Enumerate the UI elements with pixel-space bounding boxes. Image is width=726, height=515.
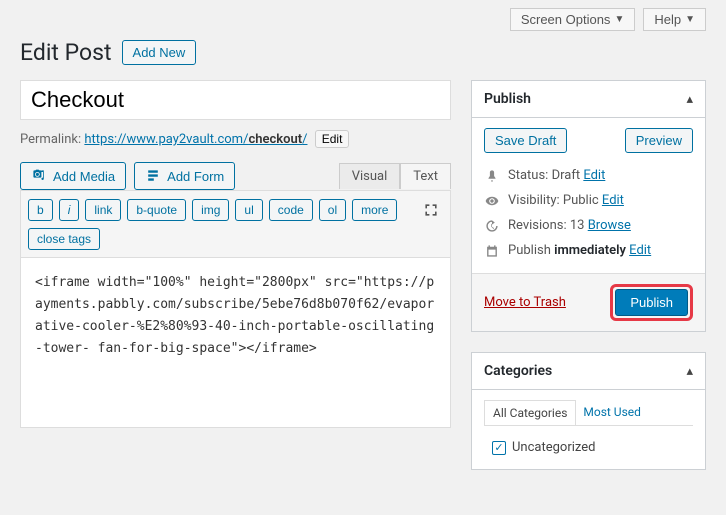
publish-button[interactable]: Publish xyxy=(615,289,688,316)
toolbar-i[interactable]: i xyxy=(59,199,80,221)
edit-visibility-link[interactable]: Edit xyxy=(602,193,624,208)
fullscreen-icon[interactable] xyxy=(419,198,443,222)
categories-heading[interactable]: Categories ▴ xyxy=(472,353,705,390)
post-title-input[interactable] xyxy=(20,80,451,120)
content-editor[interactable]: <iframe width="100%" height="2800px" src… xyxy=(20,258,451,428)
add-new-button[interactable]: Add New xyxy=(122,40,197,65)
edit-permalink-button[interactable]: Edit xyxy=(315,130,350,148)
help-button[interactable]: Help ▼ xyxy=(643,8,706,31)
pin-icon xyxy=(484,169,500,183)
toolbar-link[interactable]: link xyxy=(85,199,121,221)
revisions-icon xyxy=(484,219,500,233)
tab-text[interactable]: Text xyxy=(400,163,451,189)
add-media-button[interactable]: Add Media xyxy=(20,162,126,190)
publish-box: Publish ▴ Save Draft Preview Status: Dra… xyxy=(471,80,706,332)
toolbar-code[interactable]: code xyxy=(269,199,313,221)
chevron-up-icon: ▴ xyxy=(686,92,693,107)
add-form-button[interactable]: Add Form xyxy=(134,162,235,190)
toolbar-close-tags[interactable]: close tags xyxy=(28,228,100,250)
tab-most-used[interactable]: Most Used xyxy=(575,400,649,425)
permalink: Permalink: https://www.pay2vault.com/che… xyxy=(20,130,451,148)
page-title: Edit Post xyxy=(20,39,112,66)
toolbar-ul[interactable]: ul xyxy=(235,199,262,221)
browse-revisions-link[interactable]: Browse xyxy=(588,218,631,233)
tab-visual[interactable]: Visual xyxy=(339,163,401,189)
screen-options-button[interactable]: Screen Options ▼ xyxy=(510,8,636,31)
eye-icon xyxy=(484,194,500,208)
publish-highlight: Publish xyxy=(610,284,693,321)
chevron-down-icon: ▼ xyxy=(614,14,624,25)
preview-button[interactable]: Preview xyxy=(625,128,693,153)
publish-heading[interactable]: Publish ▴ xyxy=(472,81,705,118)
categories-box: Categories ▴ All Categories Most Used ✓ … xyxy=(471,352,706,470)
checkbox-checked-icon[interactable]: ✓ xyxy=(492,441,506,455)
toolbar-ol[interactable]: ol xyxy=(319,199,346,221)
chevron-up-icon: ▴ xyxy=(686,364,693,379)
toolbar-img[interactable]: img xyxy=(192,199,229,221)
tab-all-categories[interactable]: All Categories xyxy=(484,400,576,425)
editor-toolbar: b i link b-quote img ul code ol more clo… xyxy=(20,190,451,258)
toolbar-more[interactable]: more xyxy=(352,199,397,221)
form-icon xyxy=(145,168,161,184)
chevron-down-icon: ▼ xyxy=(685,14,695,25)
category-item[interactable]: ✓ Uncategorized xyxy=(484,436,693,459)
toolbar-b[interactable]: b xyxy=(28,199,53,221)
permalink-link[interactable]: https://www.pay2vault.com/checkout/ xyxy=(84,132,307,147)
toolbar-bquote[interactable]: b-quote xyxy=(127,199,186,221)
edit-schedule-link[interactable]: Edit xyxy=(629,243,651,258)
edit-status-link[interactable]: Edit xyxy=(583,168,605,183)
move-to-trash-link[interactable]: Move to Trash xyxy=(484,295,566,310)
camera-music-icon xyxy=(31,168,47,184)
calendar-icon xyxy=(484,244,500,258)
save-draft-button[interactable]: Save Draft xyxy=(484,128,567,153)
